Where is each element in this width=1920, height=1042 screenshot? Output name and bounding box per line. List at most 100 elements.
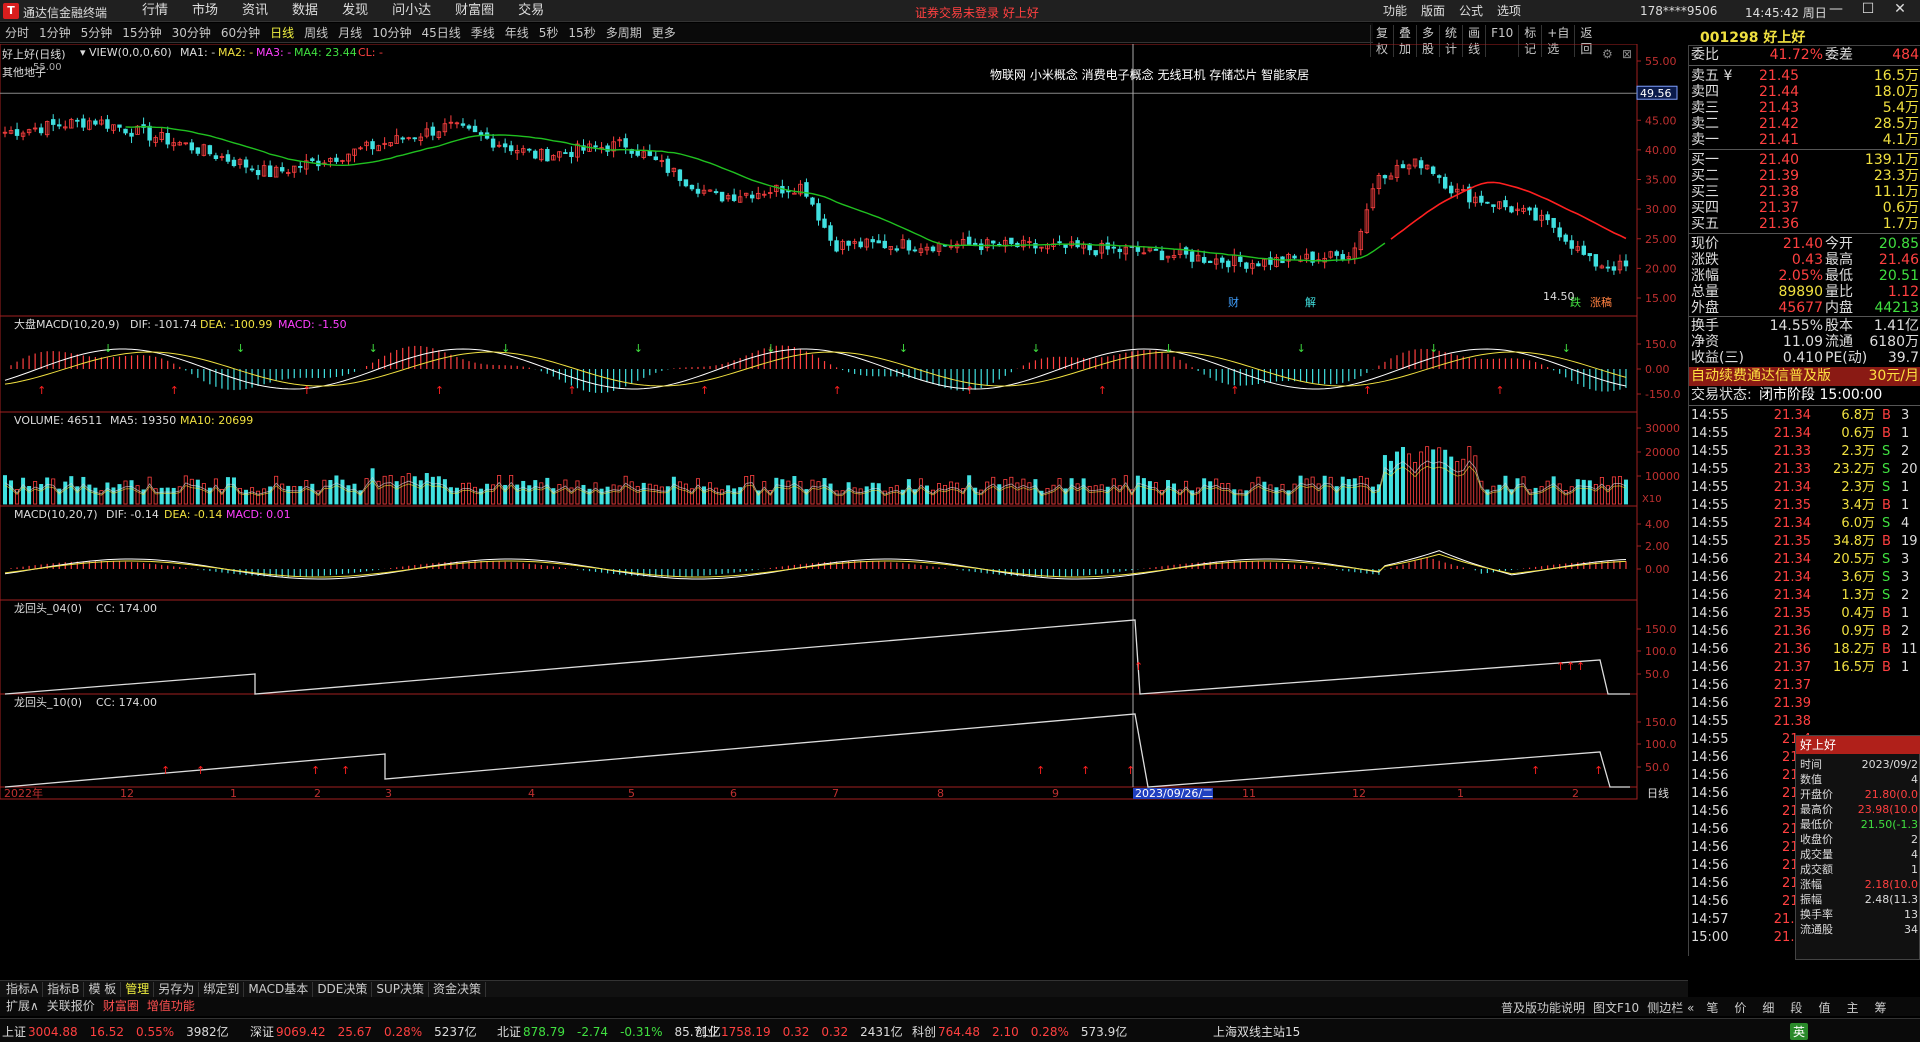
chart-close-icon[interactable]: ⊠ [1622,47,1632,61]
index-sh[interactable]: 上证 3004.88 16.52 0.55% 3982亿 [2,1023,229,1040]
volume-bar [171,487,176,505]
tick-time: 14:55 [1691,732,1729,747]
indicator-tab[interactable]: SUP决策 [372,982,430,997]
volume-bar [159,487,164,505]
indicator-tab[interactable]: 指标A [2,982,44,997]
feature-link[interactable]: 普及版功能说明 [1497,999,1589,1016]
period-tab[interactable]: 45日线 [416,25,465,41]
period-tab[interactable]: 季线 [466,25,500,41]
index-sz[interactable]: 深证 9069.42 25.67 0.28% 5237亿 [250,1023,477,1040]
right-menu-item[interactable]: 公式 [1452,3,1490,19]
tick-volume: 2.3万 [1841,480,1875,495]
volume-bar [183,475,188,505]
candle-body [207,145,213,155]
volume-bar [1123,475,1128,505]
macd2-dea-line [4,553,1626,578]
chart-settings-icon[interactable]: ⚙ [1602,47,1613,61]
chart-mark-cai: 财 [1228,295,1239,309]
ime-indicator[interactable]: 英 [1790,1023,1809,1040]
buy-arrow-icon: ↑ [1036,764,1045,777]
indicator-tab[interactable]: 绑定到 [199,982,245,997]
candle-body [243,159,249,168]
main-menu-item[interactable]: 问小达 [380,3,443,19]
side-tab[interactable]: 侧边栏 « [1643,999,1698,1016]
period-tab[interactable]: 5分钟 [76,25,118,41]
chart-indicator-name[interactable]: ▾ VIEW(0,0,0,60) [80,46,172,59]
period-toolbar: 分时 1分钟 5分钟 15分钟 30分钟 60分钟 日线 周线 月线 10分钟 45日线 季线 年线 5秒… [0,23,1592,57]
indicator-tab[interactable]: 指标B [43,982,85,997]
weicha-label: 委差 [1825,47,1853,63]
period-tab[interactable]: 周线 [299,25,333,41]
side-tab[interactable]: 主 [1838,999,1866,1016]
kline-chart[interactable]: 55.0050.0045.0040.0035.0030.0025.0020.00… [0,44,1688,980]
low-price-label: 14.50 [1543,290,1575,303]
period-tab[interactable]: 60分钟 [216,25,265,41]
x-axis-label: 2023/09/26/二 [1135,787,1213,800]
indicator-tab[interactable]: 管理 [121,982,155,997]
period-tab[interactable]: 多周期 [601,25,647,41]
main-menu-item[interactable]: 市场 [180,3,230,19]
index-bz[interactable]: 北证 878.79 -2.74 -0.31% 85.71亿 [497,1023,721,1040]
close-icon[interactable]: ✕ [1884,1,1916,17]
tick-price: 21.39 [1773,696,1811,711]
indicator-tab[interactable]: DDE决策 [313,982,373,997]
sell-arrow-icon: ↓ [103,342,112,355]
volume-bar [1449,456,1454,505]
side-tab[interactable]: 图文F10 [1589,999,1643,1016]
indicator-tab[interactable]: MACD基本 [244,982,314,997]
side-tab[interactable]: 价 [1726,999,1754,1016]
period-tab[interactable]: 月线 [333,25,367,41]
index-value: 9069.42 [276,1025,326,1039]
main-menu-item[interactable]: 发现 [330,3,380,19]
volume-bar [816,481,821,505]
period-tab[interactable]: 5秒 [534,25,564,41]
period-tab[interactable]: 30分钟 [167,25,216,41]
buy-level[interactable]: 买五 21.36 1.7万 [1689,215,1920,234]
index-cy[interactable]: 创业 1758.19 0.32 0.32 2431亿 [695,1023,903,1040]
minimize-icon[interactable]: — [1820,1,1852,17]
volume-bar [1431,449,1436,505]
period-tab[interactable]: 15秒 [563,25,600,41]
side-tab[interactable]: 值 [1810,999,1838,1016]
period-tab[interactable]: 更多 [647,25,688,41]
tick-price: 21.35 [1773,534,1811,549]
indicator-tab[interactable]: 模 板 [84,982,122,997]
main-menu-item[interactable]: 数据 [280,3,330,19]
main-menu-item[interactable]: 财富圈 [443,3,506,19]
period-tab[interactable]: 10分钟 [367,25,416,41]
period-tab[interactable]: 15分钟 [117,25,166,41]
side-tab[interactable]: 筹 [1866,999,1894,1016]
extension-tab[interactable]: 关联报价 [43,999,99,1014]
side-tab[interactable]: 笔 [1698,999,1726,1016]
right-menu-item[interactable]: 选项 [1490,3,1528,19]
main-menu-item[interactable]: 交易 [506,3,556,19]
popup-key: 数值 [1800,773,1822,786]
indicator-tab[interactable]: 另存为 [154,982,200,997]
index-kc[interactable]: 科创 764.48 2.10 0.28% 573.9亿 [912,1023,1127,1040]
tick-volume: 20.5万 [1833,552,1875,567]
indicator-tab[interactable]: 资金决策 [429,982,487,997]
side-tab[interactable]: 段 [1782,999,1810,1016]
extension-tab[interactable]: 财富圈 [99,999,143,1014]
login-notice[interactable]: 证券交易未登录 好上好 [915,4,1039,21]
right-menu-item[interactable]: 版面 [1414,3,1452,19]
period-tab[interactable]: 日线 [265,25,299,41]
user-account[interactable]: 178****9506 [1640,4,1717,18]
macd2-axis-label: 0.00 [1645,563,1670,576]
side-tab[interactable]: 细 [1754,999,1782,1016]
sell-level[interactable]: 卖一 21.41 4.1万 [1689,131,1920,150]
main-menu-item[interactable]: 行情 [130,3,180,19]
tick-price: 21.35 [1773,606,1811,621]
candle-body [129,132,134,137]
period-tab[interactable]: 分时 [0,25,34,41]
extension-tab[interactable]: 增值功能 [143,999,199,1014]
period-tab[interactable]: 1分钟 [34,25,76,41]
extension-tab[interactable]: 扩展∧ [2,999,43,1014]
right-menu-item[interactable]: 功能 [1376,3,1414,19]
volume-bar [1081,478,1086,505]
volume-bar [3,475,8,505]
promo-row[interactable]: 自动续费通达信普及版 30元/月 [1689,367,1920,386]
period-tab[interactable]: 年线 [500,25,534,41]
maximize-icon[interactable]: ☐ [1852,1,1884,17]
main-menu-item[interactable]: 资讯 [230,3,280,19]
